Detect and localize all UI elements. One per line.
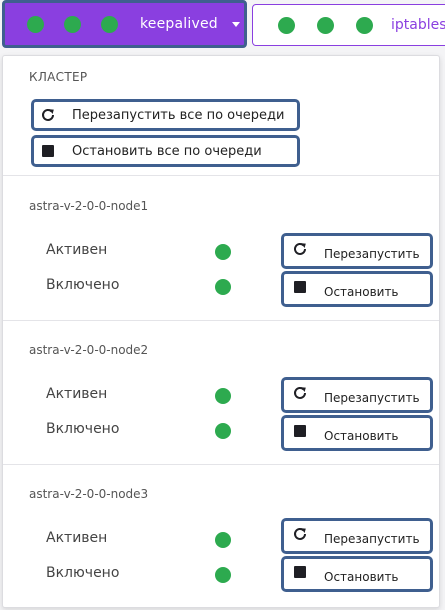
status-dot [64,15,81,33]
restart-label: Перезапустить [324,532,420,546]
stop-button[interactable]: Остановить [281,556,433,592]
restart-button[interactable]: Перезапустить [281,518,433,554]
active-label: Активен [46,242,108,258]
restart-icon [292,385,308,401]
stop-icon [292,279,308,295]
restart-icon [40,107,56,123]
enabled-status-dot [215,567,231,583]
restart-icon [292,241,308,257]
node-name: astra-v-2-0-0-node3 [29,487,149,501]
cluster-section: КЛАСТЕР Перезапустить все по очереди Ост… [3,56,439,176]
restart-button[interactable]: Перезапустить [281,233,433,269]
node-name: astra-v-2-0-0-node1 [29,199,149,213]
restart-label: Перезапустить [324,247,420,261]
restart-icon [292,526,308,542]
status-dot [317,16,334,34]
node-section: astra-v-2-0-0-node1 Активен Включено Пер… [3,177,439,321]
enabled-status-dot [215,279,231,295]
enabled-label: Включено [46,421,120,437]
active-label: Активен [46,386,108,402]
tab-label: keepalived [140,16,218,32]
node-section: astra-v-2-0-0-node2 Активен Включено Пер… [3,321,439,465]
active-status-dot [215,244,231,260]
stop-icon [292,423,308,439]
stop-all-label: Остановить все по очереди [72,143,262,159]
service-dropdown-panel: КЛАСТЕР Перезапустить все по очереди Ост… [2,55,440,608]
restart-all-button[interactable]: Перезапустить все по очереди [31,99,300,131]
restart-label: Перезапустить [324,391,420,405]
tab-label: iptables [391,17,445,33]
restart-button[interactable]: Перезапустить [281,377,433,413]
node-section: astra-v-2-0-0-node3 Активен Включено Пер… [3,465,439,608]
stop-label: Остановить [324,429,399,443]
stop-button[interactable]: Остановить [281,415,433,451]
enabled-status-dot [215,423,231,439]
cluster-title: КЛАСТЕР [29,70,88,84]
active-status-dot [215,388,231,404]
stop-label: Остановить [324,570,399,584]
status-dot [356,16,373,34]
status-dot [101,15,118,33]
stop-button[interactable]: Остановить [281,271,433,307]
enabled-label: Включено [46,565,120,581]
tab-keepalived[interactable]: keepalived [2,0,247,48]
stop-icon [40,143,56,159]
status-dot [278,16,295,34]
caret-down-icon[interactable] [231,21,240,27]
restart-all-label: Перезапустить все по очереди [72,107,285,123]
stop-all-button[interactable]: Остановить все по очереди [31,135,300,167]
stop-icon [292,564,308,580]
tab-iptables[interactable]: iptables [252,4,445,46]
stop-label: Остановить [324,285,399,299]
active-status-dot [215,532,231,548]
node-name: astra-v-2-0-0-node2 [29,343,149,357]
active-label: Активен [46,530,108,546]
enabled-label: Включено [46,277,120,293]
status-dot [27,15,44,33]
